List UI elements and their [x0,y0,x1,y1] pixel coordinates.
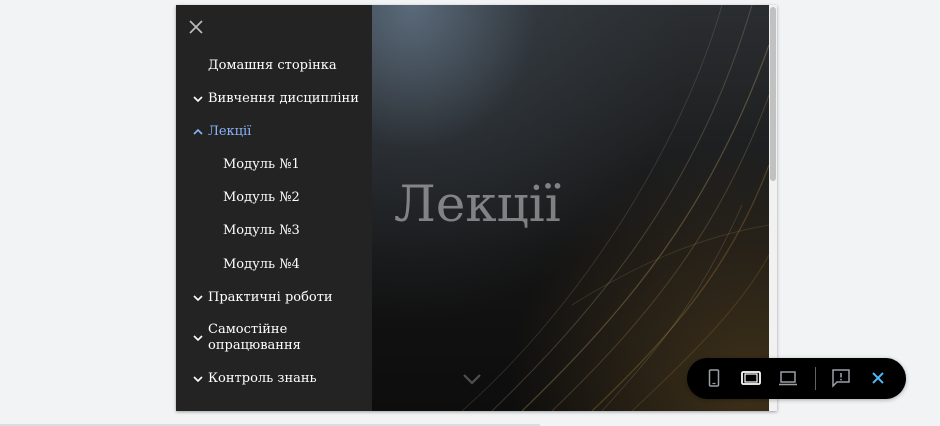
nav-item-label: Лекції [208,124,252,139]
laptop-icon[interactable] [776,366,800,390]
preview-toolbar [687,358,906,399]
chevron-down-icon [193,96,203,103]
nav-item-label: Модуль №4 [223,257,300,272]
nav-item-label: Контроль знань [208,371,317,386]
chevron-down-icon [193,376,203,383]
nav-item-home[interactable]: Домашня сторінка [208,58,378,74]
nav-item-module-4[interactable]: Модуль №4 [223,257,393,273]
nav-item-label: Модуль №2 [223,190,300,205]
nav-item-label: Модуль №3 [223,223,300,238]
nav-item-label: Домашня сторінка [208,58,337,73]
chevron-down-icon [193,295,203,302]
toolbar-divider [815,367,816,390]
chevron-down-icon[interactable] [461,372,483,386]
nav-item-study[interactable]: Вивчення дисципліни [192,91,362,107]
nav-item-label: Модуль №1 [223,157,300,172]
phone-icon[interactable] [702,366,726,390]
nav-drawer: Домашня сторінка Вивчення дисципліни Лек… [176,5,372,411]
scrollbar-thumb[interactable] [770,7,776,181]
nav-item-module-1[interactable]: Модуль №1 [223,157,393,173]
hero-title: Лекції [394,175,561,233]
close-icon[interactable] [186,17,206,37]
nav-item-self-study[interactable]: Самостійне опрацювання [192,322,362,354]
nav-item-module-2[interactable]: Модуль №2 [223,190,393,206]
scrollbar[interactable] [769,5,777,411]
nav-item-label: Самостійне опрацювання [208,322,301,354]
nav-item-label: Практичні роботи [208,290,333,305]
close-icon[interactable] [866,366,890,390]
nav-item-label: Вивчення дисципліни [208,91,359,106]
site-preview-frame: Домашня сторінка Вивчення дисципліни Лек… [176,5,777,411]
hero-banner: Лекції [372,5,769,411]
feedback-icon[interactable] [829,366,853,390]
chevron-down-icon [193,335,203,342]
nav-item-lectures[interactable]: Лекції [192,124,362,140]
nav-item-label-line-1: Самостійне [208,322,288,337]
tablet-icon[interactable] [739,366,763,390]
nav-item-practical[interactable]: Практичні роботи [192,290,362,306]
nav-item-knowledge-control[interactable]: Контроль знань [192,371,362,387]
nav-item-label-line-2: опрацювання [208,338,301,353]
chevron-up-icon [193,128,203,135]
nav-item-module-3[interactable]: Модуль №3 [223,223,393,239]
